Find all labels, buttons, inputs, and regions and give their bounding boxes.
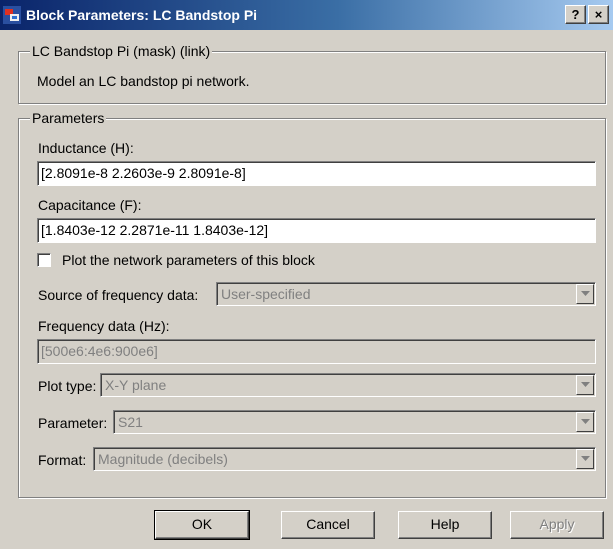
close-icon[interactable]: × bbox=[588, 5, 609, 24]
source-frequency-label: Source of frequency data: bbox=[38, 287, 199, 303]
ok-button[interactable]: OK bbox=[154, 510, 250, 540]
plot-type-value: X-Y plane bbox=[105, 377, 167, 393]
format-value: Magnitude (decibels) bbox=[98, 451, 228, 467]
description-group-title: LC Bandstop Pi (mask) (link) bbox=[30, 43, 213, 59]
parameter-label: Parameter: bbox=[38, 415, 108, 431]
apply-button[interactable]: Apply bbox=[510, 511, 604, 539]
dropdown-arrow-icon[interactable] bbox=[576, 412, 594, 432]
source-frequency-dropdown[interactable]: User-specified bbox=[216, 282, 596, 306]
parameters-group-title: Parameters bbox=[30, 110, 107, 126]
frequency-data-field[interactable]: [500e6:4e6:900e6] bbox=[37, 339, 596, 364]
plot-type-dropdown[interactable]: X-Y plane bbox=[100, 373, 596, 397]
cancel-button[interactable]: Cancel bbox=[281, 511, 375, 539]
ok-button-label: OK bbox=[191, 516, 213, 532]
description-text: Model an LC bandstop pi network. bbox=[37, 73, 250, 89]
block-parameters-dialog: Block Parameters: LC Bandstop Pi ? × LC … bbox=[0, 0, 613, 549]
parameter-value: S21 bbox=[118, 414, 143, 430]
help-button-label: Help bbox=[430, 516, 460, 532]
dropdown-arrow-icon[interactable] bbox=[576, 284, 594, 304]
parameter-dropdown[interactable]: S21 bbox=[113, 410, 596, 434]
plot-type-label: Plot type: bbox=[38, 378, 97, 394]
inductance-field[interactable]: [2.8091e-8 2.2603e-9 2.8091e-8] bbox=[37, 161, 596, 186]
help-button[interactable]: Help bbox=[398, 511, 492, 539]
format-dropdown[interactable]: Magnitude (decibels) bbox=[93, 447, 596, 471]
format-label: Format: bbox=[38, 452, 87, 468]
dropdown-arrow-icon[interactable] bbox=[576, 375, 594, 395]
window-title: Block Parameters: LC Bandstop Pi bbox=[26, 7, 258, 23]
inductance-label: Inductance (H): bbox=[38, 140, 134, 156]
plot-checkbox[interactable] bbox=[37, 253, 51, 267]
cancel-button-label: Cancel bbox=[306, 516, 350, 532]
capacitance-label: Capacitance (F): bbox=[38, 197, 142, 213]
help-icon[interactable]: ? bbox=[565, 5, 586, 24]
capacitance-field[interactable]: [1.8403e-12 2.2871e-11 1.8403e-12] bbox=[37, 218, 596, 243]
dropdown-arrow-icon[interactable] bbox=[576, 449, 594, 469]
source-frequency-value: User-specified bbox=[221, 286, 311, 302]
frequency-data-label: Frequency data (Hz): bbox=[38, 318, 170, 334]
title-bar[interactable]: Block Parameters: LC Bandstop Pi ? × bbox=[0, 0, 613, 30]
simulink-block-icon bbox=[3, 6, 21, 24]
plot-checkbox-label[interactable]: Plot the network parameters of this bloc… bbox=[62, 252, 315, 268]
apply-button-label: Apply bbox=[539, 516, 575, 532]
